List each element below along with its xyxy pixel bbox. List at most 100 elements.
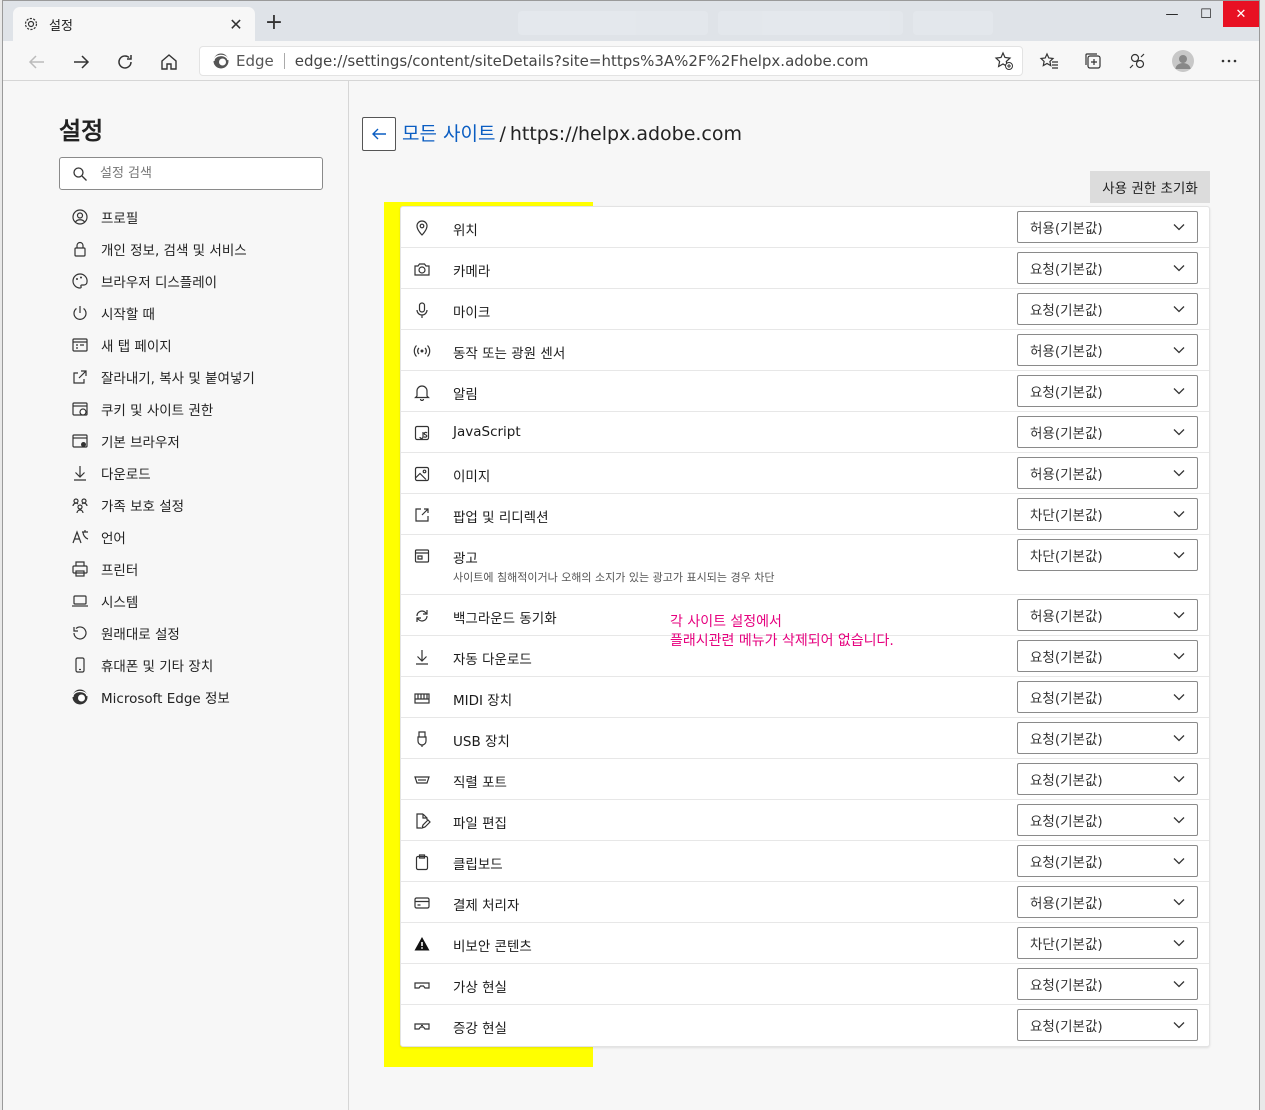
search-icon	[73, 166, 87, 181]
chevron-down-icon	[1173, 306, 1185, 313]
permission-dropdown[interactable]: 요청(기본값)	[1017, 968, 1198, 1000]
download-icon	[71, 464, 89, 482]
sidebar-item[interactable]: 쿠키 및 사이트 권한	[71, 393, 255, 425]
edge-icon	[212, 52, 230, 70]
minimize-button[interactable]: —	[1155, 1, 1189, 27]
card-icon	[413, 894, 431, 912]
permission-label: 증강 현실	[453, 1021, 507, 1037]
collections-button[interactable]	[1081, 49, 1105, 73]
permission-dropdown[interactable]: 허용(기본값)	[1017, 211, 1198, 243]
address-bar[interactable]: Edge edge://settings/content/siteDetails…	[199, 46, 1023, 76]
permission-dropdown[interactable]: 요청(기본값)	[1017, 845, 1198, 877]
close-window-button[interactable]: ✕	[1223, 1, 1259, 27]
permission-row: 카메라 요청(기본값)	[401, 248, 1209, 289]
more-menu-button[interactable]	[1217, 49, 1241, 73]
sidebar-item[interactable]: 프로필	[71, 201, 255, 233]
permission-dropdown[interactable]: 요청(기본값)	[1017, 293, 1198, 325]
chevron-down-icon	[1161, 457, 1197, 489]
javascript-icon	[414, 425, 430, 441]
search-input[interactable]	[100, 166, 300, 181]
favorites-button[interactable]	[1037, 49, 1061, 73]
url-text[interactable]: edge://settings/content/siteDetails?site…	[295, 52, 992, 70]
sidebar-item[interactable]: 언어	[71, 521, 255, 553]
sidebar-item[interactable]: Microsoft Edge 정보	[71, 681, 255, 713]
site-details-panel: 모든 사이트 / https://helpx.adobe.com 사용 권한 초기화…	[350, 81, 1260, 1110]
sidebar-title: 설정	[59, 117, 104, 145]
permission-row: 파일 편집 요청(기본값)	[401, 800, 1209, 841]
laptop-icon	[72, 595, 88, 607]
sidebar-item-label: 가족 보호 설정	[101, 499, 185, 515]
sidebar-item[interactable]: 브라우저 디스플레이	[71, 265, 255, 297]
permission-dropdown[interactable]: 요청(기본값)	[1017, 375, 1198, 407]
forward-button[interactable]	[67, 48, 95, 76]
sidebar-item[interactable]: 기본 브라우저	[71, 425, 255, 457]
camera-icon	[414, 263, 430, 276]
sidebar-item[interactable]: 개인 정보, 검색 및 서비스	[71, 233, 255, 265]
sidebar-item[interactable]: 시작할 때	[71, 297, 255, 329]
background-tab[interactable]	[718, 11, 903, 35]
permission-dropdown[interactable]: 허용(기본값)	[1017, 886, 1198, 918]
chevron-down-icon	[1173, 940, 1185, 947]
permission-dropdown[interactable]: 요청(기본값)	[1017, 722, 1198, 754]
reset-icon	[73, 626, 87, 640]
extensions-button[interactable]	[1125, 49, 1149, 73]
background-tab[interactable]	[913, 11, 993, 35]
maximize-button[interactable]: ☐	[1189, 1, 1223, 27]
permission-row: 마이크 요청(기본값)	[401, 289, 1209, 330]
profile-avatar-button[interactable]	[1171, 49, 1195, 73]
sidebar-item[interactable]: 프린터	[71, 553, 255, 585]
tab-settings[interactable]: 설정 ✕	[13, 7, 255, 41]
sidebar-item[interactable]: 휴대폰 및 기타 장치	[71, 649, 255, 681]
sidebar-item[interactable]: 원래대로 설정	[71, 617, 255, 649]
reset-icon	[71, 624, 89, 642]
permission-dropdown[interactable]: 차단(기본값)	[1017, 927, 1198, 959]
back-to-all-sites-button[interactable]	[362, 117, 396, 151]
warning-icon	[413, 935, 431, 953]
printer-icon	[72, 561, 88, 577]
add-favorite-button[interactable]	[992, 49, 1016, 73]
chevron-down-icon	[1161, 539, 1197, 571]
sidebar-item[interactable]: 다운로드	[71, 457, 255, 489]
tab-close-button[interactable]: ✕	[227, 15, 245, 34]
chevron-down-icon	[1173, 899, 1185, 906]
refresh-button[interactable]	[111, 48, 139, 76]
chevron-down-icon	[1161, 211, 1197, 243]
breadcrumb-all-sites-link[interactable]: 모든 사이트	[402, 123, 495, 145]
breadcrumb-site: https://helpx.adobe.com	[509, 123, 743, 145]
permission-dropdown[interactable]: 허용(기본값)	[1017, 416, 1198, 448]
permission-dropdown[interactable]: 차단(기본값)	[1017, 539, 1198, 571]
permission-value: 차단(기본값)	[1030, 508, 1103, 524]
permission-label: 백그라운드 동기화	[453, 611, 557, 627]
share-icon	[71, 368, 89, 386]
permission-dropdown[interactable]: 요청(기본값)	[1017, 804, 1198, 836]
sidebar-item[interactable]: 새 탭 페이지	[71, 329, 255, 361]
sidebar-item[interactable]: 가족 보호 설정	[71, 489, 255, 521]
permission-dropdown[interactable]: 요청(기본값)	[1017, 681, 1198, 713]
permission-dropdown[interactable]: 요청(기본값)	[1017, 252, 1198, 284]
ads-icon	[414, 549, 430, 563]
back-button[interactable]	[23, 48, 51, 76]
permission-label: 비보안 콘텐츠	[453, 939, 532, 955]
permission-dropdown[interactable]: 허용(기본값)	[1017, 334, 1198, 366]
reset-permissions-button[interactable]: 사용 권한 초기화	[1090, 171, 1210, 203]
serial-port-icon	[413, 771, 431, 789]
chevron-down-icon	[1161, 1009, 1197, 1041]
chevron-down-icon	[1173, 735, 1185, 742]
image-icon	[413, 465, 431, 483]
permission-dropdown[interactable]: 허용(기본값)	[1017, 457, 1198, 489]
sidebar-item[interactable]: 시스템	[71, 585, 255, 617]
new-tab-button[interactable]: +	[263, 12, 285, 35]
permission-row: 클립보드 요청(기본값)	[401, 841, 1209, 882]
permission-dropdown[interactable]: 요청(기본값)	[1017, 763, 1198, 795]
chevron-down-icon	[1161, 845, 1197, 877]
permission-dropdown[interactable]: 차단(기본값)	[1017, 498, 1198, 530]
settings-search[interactable]	[59, 157, 323, 190]
background-tab[interactable]	[518, 11, 708, 35]
permission-dropdown[interactable]: 허용(기본값)	[1017, 599, 1198, 631]
sidebar-item-label: 다운로드	[101, 467, 151, 483]
file-edit-icon	[413, 812, 431, 830]
sidebar-item[interactable]: 잘라내기, 복사 및 붙여넣기	[71, 361, 255, 393]
home-button[interactable]	[155, 48, 183, 76]
permission-dropdown[interactable]: 요청(기본값)	[1017, 1009, 1198, 1041]
permission-dropdown[interactable]: 요청(기본값)	[1017, 640, 1198, 672]
